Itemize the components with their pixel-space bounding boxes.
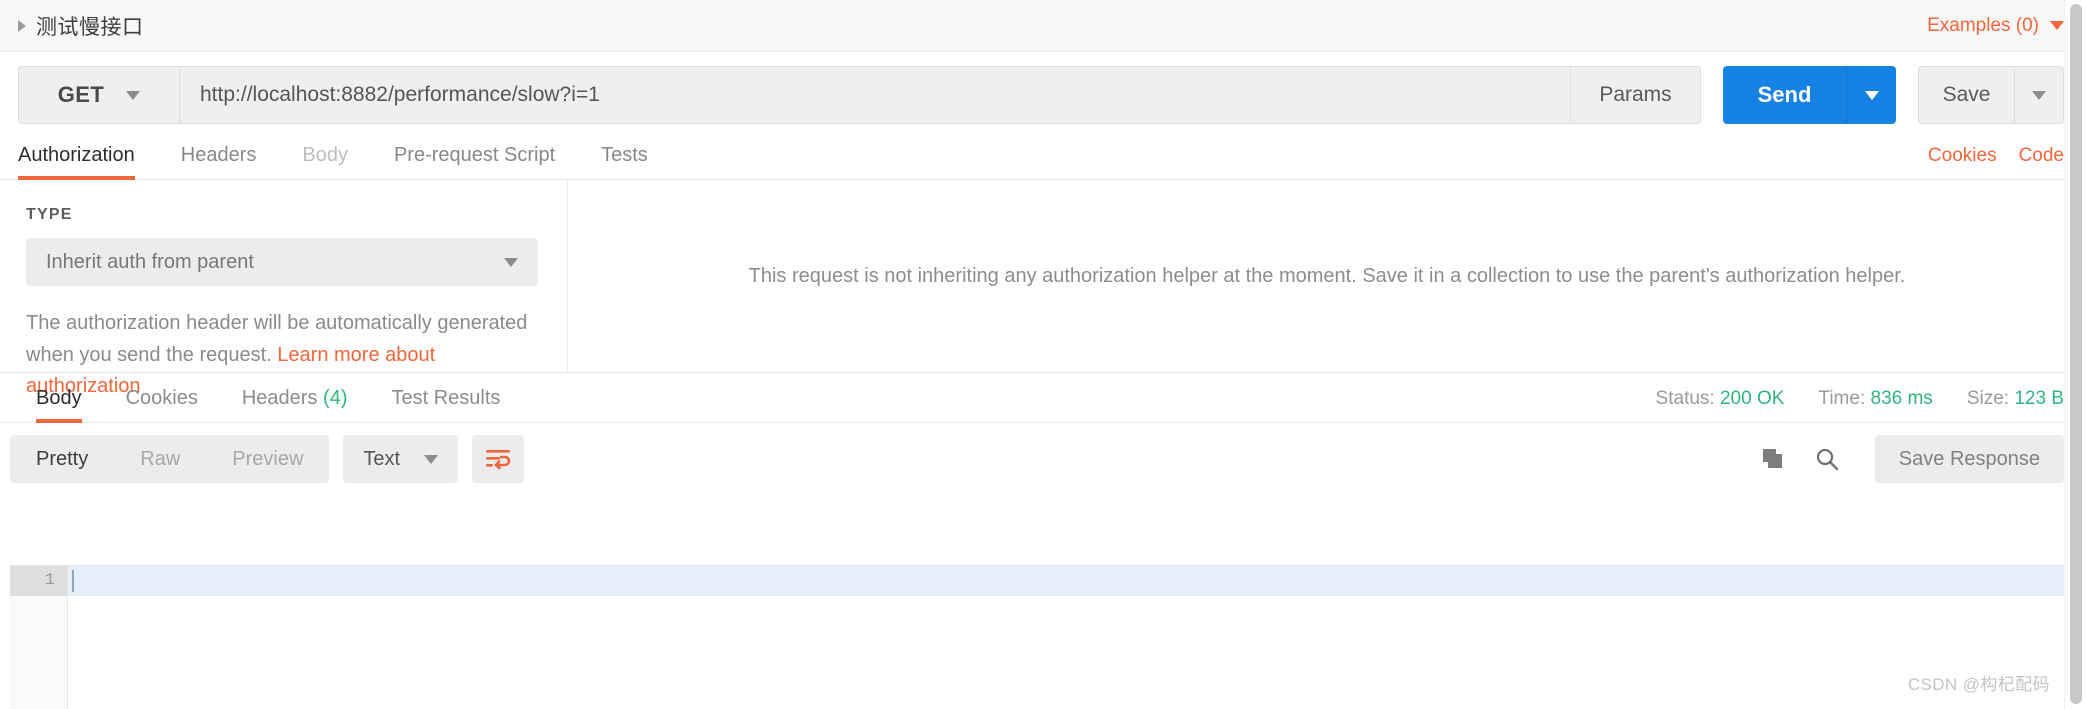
time-group: Time: 836 ms bbox=[1818, 388, 1932, 410]
url-row: GET http://localhost:8882/performance/sl… bbox=[0, 52, 2086, 138]
line-number: 1 bbox=[10, 566, 67, 596]
editor-gutter: 1 bbox=[10, 566, 68, 709]
request-right-links: Cookies Code bbox=[1928, 145, 2064, 179]
cookies-link[interactable]: Cookies bbox=[1928, 145, 1997, 167]
auth-message-column: This request is not inheriting any autho… bbox=[568, 180, 2086, 372]
examples-label: Examples (0) bbox=[1927, 14, 2039, 36]
search-icon bbox=[1816, 448, 1838, 471]
time-value: 836 ms bbox=[1870, 388, 1933, 409]
auth-config-column: TYPE Inherit auth from parent The author… bbox=[0, 180, 568, 397]
auth-inherit-message: This request is not inheriting any autho… bbox=[748, 264, 1906, 287]
examples-dropdown[interactable]: Examples (0) bbox=[1927, 15, 2064, 37]
text-caret bbox=[72, 570, 74, 592]
save-button-group: Save bbox=[1918, 66, 2064, 124]
status-key: Status: bbox=[1655, 388, 1715, 409]
authorization-panel: TYPE Inherit auth from parent The author… bbox=[0, 180, 2086, 397]
tab-headers[interactable]: Headers bbox=[181, 144, 257, 179]
tab-body[interactable]: Body bbox=[302, 144, 348, 179]
request-title: 测试慢接口 bbox=[36, 15, 144, 39]
response-body-editor[interactable]: 1 bbox=[10, 565, 2064, 709]
view-mode-segmented: Pretty Raw Preview bbox=[10, 435, 330, 483]
status-badge: 200 OK bbox=[1719, 388, 1785, 409]
save-response-button[interactable]: Save Response bbox=[1874, 435, 2064, 483]
request-header: 测试慢接口 Examples (0) bbox=[0, 0, 2086, 52]
copy-button[interactable] bbox=[1753, 439, 1793, 479]
view-raw-button[interactable]: Raw bbox=[114, 435, 206, 483]
response-tab-headers-label: Headers bbox=[241, 387, 318, 409]
send-options-button[interactable] bbox=[1846, 66, 1896, 124]
auth-type-select[interactable]: Inherit auth from parent bbox=[26, 238, 538, 286]
editor-code-area[interactable] bbox=[68, 566, 2064, 709]
copy-icon bbox=[1762, 449, 1782, 468]
send-button-group: Send bbox=[1723, 66, 1896, 124]
url-input[interactable]: http://localhost:8882/performance/slow?i… bbox=[179, 66, 1570, 124]
word-wrap-icon bbox=[486, 450, 511, 470]
method-dropdown[interactable]: GET bbox=[18, 66, 179, 124]
vertical-scrollbar[interactable] bbox=[2064, 0, 2086, 709]
format-select[interactable]: Text bbox=[343, 435, 459, 483]
size-key: Size: bbox=[1966, 388, 2010, 409]
time-key: Time: bbox=[1818, 388, 1866, 409]
save-button[interactable]: Save bbox=[1918, 66, 2014, 124]
response-tab-headers[interactable]: Headers (4) bbox=[242, 387, 348, 422]
auth-type-label: TYPE bbox=[26, 206, 73, 223]
response-status-bar: Status: 200 OK Time: 836 ms Size: 123 B bbox=[1656, 388, 2064, 422]
response-body-toolbar: Pretty Raw Preview Text Save Response bbox=[0, 423, 2086, 495]
chevron-down-icon bbox=[126, 90, 141, 100]
response-headers-count: (4) bbox=[323, 387, 348, 409]
editor-active-line[interactable] bbox=[68, 566, 2064, 596]
request-tabs: Authorization Headers Body Pre-request S… bbox=[0, 138, 2086, 180]
save-options-button[interactable] bbox=[2014, 66, 2064, 124]
triangle-right-icon[interactable] bbox=[18, 19, 26, 32]
params-button[interactable]: Params bbox=[1570, 66, 1701, 124]
chevron-down-icon bbox=[504, 257, 518, 267]
response-tab-test-results[interactable]: Test Results bbox=[391, 387, 500, 422]
chevron-down-icon bbox=[424, 454, 439, 464]
code-link[interactable]: Code bbox=[2019, 145, 2064, 167]
scrollbar-thumb[interactable] bbox=[2070, 4, 2082, 704]
word-wrap-button[interactable] bbox=[472, 435, 525, 483]
auth-type-value: Inherit auth from parent bbox=[46, 250, 254, 273]
size-value: 123 B bbox=[2014, 388, 2064, 409]
method-label: GET bbox=[57, 82, 105, 107]
chevron-down-icon bbox=[2050, 21, 2064, 30]
tab-pre-request-script[interactable]: Pre-request Script bbox=[394, 144, 555, 179]
size-group: Size: 123 B bbox=[1967, 388, 2064, 410]
send-button[interactable]: Send bbox=[1723, 66, 1846, 124]
response-tab-body[interactable]: Body bbox=[36, 387, 82, 423]
search-button[interactable] bbox=[1807, 439, 1847, 479]
format-value: Text bbox=[363, 447, 401, 470]
tab-authorization[interactable]: Authorization bbox=[18, 144, 135, 180]
view-preview-button[interactable]: Preview bbox=[206, 435, 329, 483]
tab-tests[interactable]: Tests bbox=[601, 144, 648, 179]
view-pretty-button[interactable]: Pretty bbox=[10, 435, 114, 483]
status-group: Status: 200 OK bbox=[1656, 388, 1785, 410]
chevron-down-icon bbox=[2032, 90, 2046, 100]
postman-request-panel: 测试慢接口 Examples (0) GET http://localhost:… bbox=[0, 0, 2086, 709]
response-tab-cookies[interactable]: Cookies bbox=[126, 387, 198, 422]
chevron-down-icon bbox=[1864, 90, 1879, 100]
